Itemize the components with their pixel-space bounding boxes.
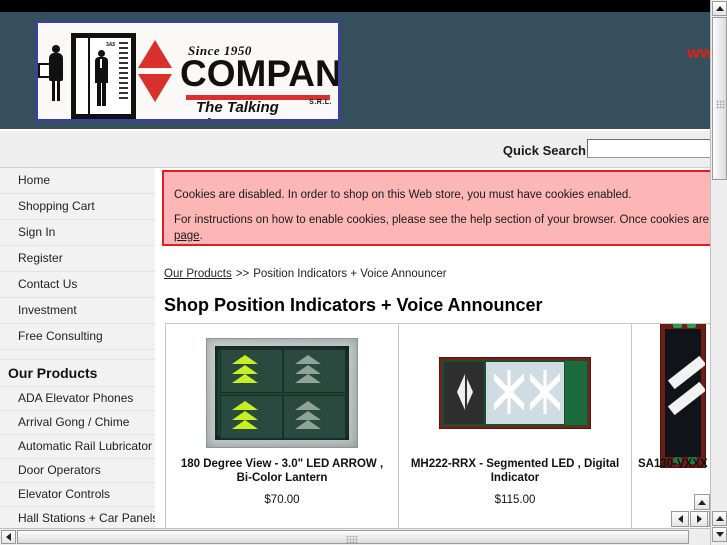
elevator-doorway-graphic: 3.4.5 xyxy=(71,33,136,119)
cookie-warning-line-1: Cookies are disabled. In order to shop o… xyxy=(174,189,632,201)
product-price: $70.00 xyxy=(264,494,300,506)
scroll-thumb-grip-icon xyxy=(716,100,725,109)
sidebar-item-label: Door Operators xyxy=(18,463,101,477)
sidebar-item-automatic-rail-lubricator[interactable]: Automatic Rail Lubricator xyxy=(0,435,155,459)
window-vertical-scroll-thumb[interactable] xyxy=(712,17,727,180)
sidebar-item-label: Automatic Rail Lubricator xyxy=(18,439,153,453)
product-name: 180 Degree View - 3.0" LED ARROW , Bi-Co… xyxy=(180,458,384,484)
breadcrumb-current: Position Indicators + Voice Announcer xyxy=(253,268,447,280)
sidebar-item-label: Arrival Gong / Chime xyxy=(18,415,130,429)
browser-page: 3.4.5 Since 1950 COMPANY S.R.L. The Ta xyxy=(0,0,727,545)
sidebar-navigation: Home Shopping Cart Sign In Register Cont… xyxy=(0,168,155,528)
sidebar-item-label: Shopping Cart xyxy=(18,199,95,213)
breadcrumb-link-our-products[interactable]: Our Products xyxy=(164,268,232,280)
sidebar-item-door-operators[interactable]: Door Operators xyxy=(0,459,155,483)
man-silhouette-icon xyxy=(94,50,109,106)
sidebar-item-arrival-gong-chime[interactable]: Arrival Gong / Chime xyxy=(0,411,155,435)
window-horizontal-scroll-thumb[interactable] xyxy=(17,530,689,544)
scroll-thumb-grip-icon xyxy=(346,535,359,543)
window-scroll-up-arrow-bottom[interactable] xyxy=(712,511,727,526)
sidebar-divider xyxy=(0,350,155,360)
cookie-warning-banner: Cookies are disabled. In order to shop o… xyxy=(162,170,710,246)
product-image-wrapper xyxy=(399,334,631,452)
window-vertical-scrollbar[interactable] xyxy=(710,0,727,545)
window-scroll-down-button[interactable] xyxy=(712,527,727,542)
cookie-warning-line-2: For instructions on how to enable cookie… xyxy=(174,214,710,226)
sidebar-item-label: Register xyxy=(18,251,63,265)
up-down-arrow-icon xyxy=(138,40,172,102)
sidebar-item-register[interactable]: Register xyxy=(0,246,155,272)
product-name: MH222-RRX - Segmented LED , Digital Indi… xyxy=(410,458,620,484)
sidebar-item-label: Home xyxy=(18,173,51,187)
triangle-up-icon xyxy=(698,499,706,505)
breadcrumb: Our Products >> Position Indicators + Voic… xyxy=(164,268,447,280)
search-input[interactable] xyxy=(587,139,727,158)
window-scroll-left-button[interactable] xyxy=(1,530,16,544)
sidebar-item-shopping-cart[interactable]: Shopping Cart xyxy=(0,194,155,220)
sidebar-item-elevator-controls[interactable]: Elevator Controls xyxy=(0,483,155,507)
content-horizontal-scrollbar[interactable] xyxy=(671,511,709,527)
scroll-up-button[interactable] xyxy=(694,494,710,510)
sidebar-item-label: ADA Elevator Phones xyxy=(18,391,134,405)
sidebar-item-free-consulting[interactable]: Free Consulting xyxy=(0,324,155,350)
sidebar-item-ada-elevator-phones[interactable]: ADA Elevator Phones xyxy=(0,387,155,411)
cookie-warning-line-3: page. xyxy=(174,230,203,242)
scroll-left-button[interactable] xyxy=(671,511,689,527)
sidebar-section-our-products: Our Products xyxy=(0,360,155,387)
scroll-right-button[interactable] xyxy=(690,511,708,527)
triangle-down-icon xyxy=(715,532,724,537)
elevator-button-panel-icon xyxy=(119,42,128,102)
top-black-strip xyxy=(0,0,710,12)
content-vertical-scrollbar[interactable] xyxy=(694,332,710,528)
sidebar-item-hall-stations-car-panels[interactable]: Hall Stations + Car Panels xyxy=(0,507,155,528)
triangle-up-icon xyxy=(715,6,724,11)
sidebar-item-sign-in[interactable]: Sign In xyxy=(0,220,155,246)
quick-search-label: Quick Search xyxy=(502,143,586,158)
led-arrow-lantern-photo xyxy=(206,338,358,448)
product-price: $115.00 xyxy=(494,494,536,506)
main-content: Cookies are disabled. In order to shop o… xyxy=(155,168,710,528)
cookie-help-link[interactable]: page xyxy=(174,230,200,242)
triangle-left-icon xyxy=(677,515,683,523)
sidebar-item-investment[interactable]: Investment xyxy=(0,298,155,324)
site-header-banner: 3.4.5 Since 1950 COMPANY S.R.L. The Ta xyxy=(0,12,710,129)
cookie-line-3-tail: . xyxy=(199,230,203,242)
product-card[interactable]: 180 Degree View - 3.0" LED ARROW , Bi-Co… xyxy=(166,324,399,528)
window-horizontal-scrollbar[interactable] xyxy=(0,528,710,545)
sidebar-item-home[interactable]: Home xyxy=(0,168,155,194)
page-title: Shop Position Indicators + Voice Announc… xyxy=(164,295,543,315)
product-image-wrapper xyxy=(166,334,398,452)
segmented-led-indicator-photo xyxy=(439,357,591,429)
header-website-text: ww xyxy=(687,43,710,62)
sidebar-item-label: Elevator Controls xyxy=(18,487,111,501)
breadcrumb-separator: >> xyxy=(235,268,250,280)
sidebar-item-label: Sign In xyxy=(18,225,56,239)
logo-tagline-text: The Talking Elevator! xyxy=(196,99,279,119)
sidebar-item-label: Free Consulting xyxy=(18,329,103,343)
sidebar-item-contact-us[interactable]: Contact Us xyxy=(0,272,155,298)
triangle-right-icon xyxy=(696,515,702,523)
company-logo[interactable]: 3.4.5 Since 1950 COMPANY S.R.L. The Ta xyxy=(36,21,340,121)
logo-company-text: COMPANY xyxy=(180,53,340,94)
sidebar-item-label: Contact Us xyxy=(18,277,78,291)
woman-silhouette-icon xyxy=(48,45,64,101)
triangle-left-icon xyxy=(6,533,11,541)
product-grid: 180 Degree View - 3.0" LED ARROW , Bi-Co… xyxy=(165,323,710,528)
product-card[interactable]: MH222-RRX - Segmented LED , Digital Indi… xyxy=(399,324,632,528)
sidebar-item-label: Hall Stations + Car Panels xyxy=(18,511,155,525)
logo-artwork: 3.4.5 Since 1950 COMPANY S.R.L. The Ta xyxy=(38,23,338,119)
logo-small-text: 3.4.5 xyxy=(106,42,115,48)
sidebar-item-label: Investment xyxy=(18,303,77,317)
quick-search-bar: Quick Search xyxy=(0,131,727,168)
window-scroll-up-button[interactable] xyxy=(712,1,727,16)
triangle-up-icon xyxy=(715,516,724,521)
